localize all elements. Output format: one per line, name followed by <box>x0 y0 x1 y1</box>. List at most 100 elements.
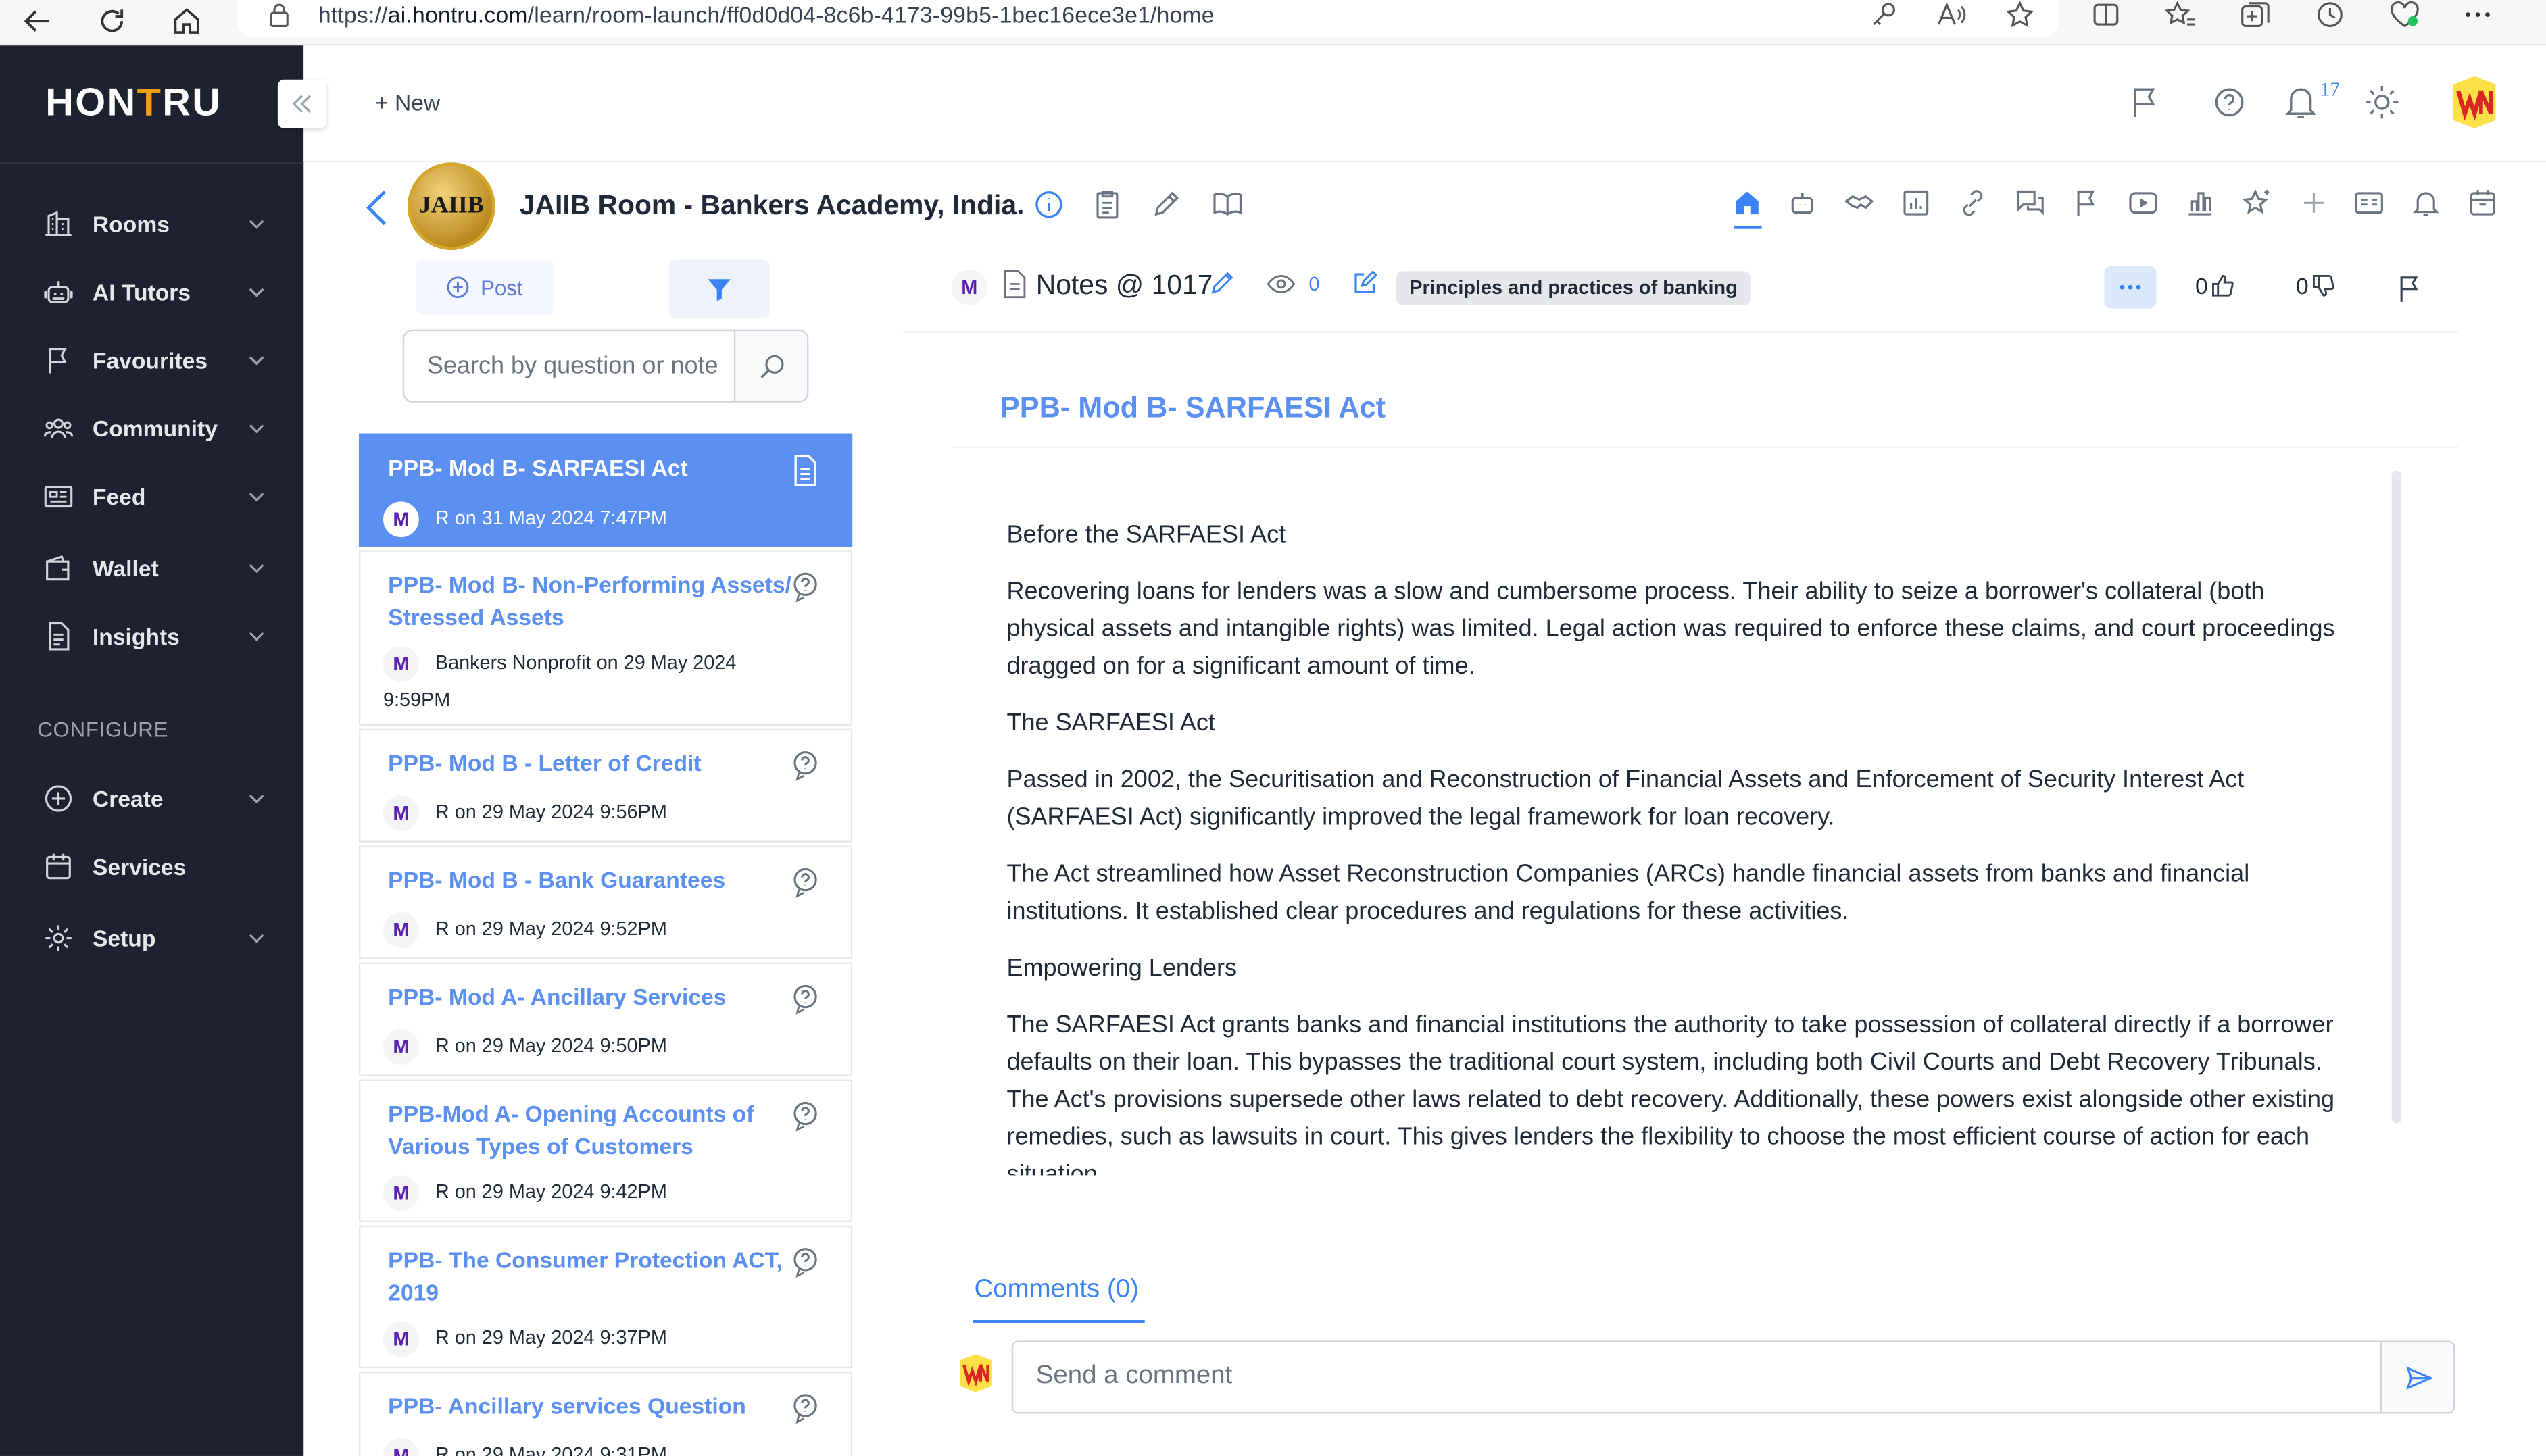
top-header: + New 17 <box>303 45 2546 163</box>
pencil-icon[interactable] <box>1150 189 1182 221</box>
users-icon <box>43 414 74 443</box>
post-list: PPB- Mod B- SARFAESI Act MR on 31 May 20… <box>358 433 853 1456</box>
sidebar-item-rooms[interactable]: Rooms <box>0 198 303 250</box>
chevron-down-icon <box>247 626 266 646</box>
tab-discussion-icon[interactable] <box>2015 189 2044 218</box>
dislike-button[interactable]: 0 <box>2296 273 2334 299</box>
filter-icon <box>708 279 731 301</box>
browser-back-icon[interactable] <box>20 3 55 39</box>
sidebar-item-wallet[interactable]: Wallet <box>0 542 303 594</box>
sidebar-item-favourites[interactable]: Favourites <box>0 334 303 386</box>
more-options-icon[interactable] <box>2462 0 2494 29</box>
clipboard-icon[interactable] <box>1091 189 1123 221</box>
flag-icon[interactable] <box>2127 84 2163 120</box>
thumbs-down-icon <box>2312 274 2335 297</box>
send-comment-button[interactable] <box>2380 1342 2454 1413</box>
post-button[interactable]: Post <box>416 259 554 316</box>
search-button[interactable] <box>733 331 807 401</box>
building-icon <box>44 209 73 239</box>
sidebar-item-setup[interactable]: Setup <box>0 912 303 964</box>
note-document-icon <box>791 455 820 487</box>
filter-button[interactable] <box>668 259 770 318</box>
list-item[interactable]: PPB- The Consumer Protection ACT, 2019 M… <box>358 1225 853 1369</box>
search-box <box>402 329 809 403</box>
browser-refresh-icon[interactable] <box>94 3 130 39</box>
note-paragraph: Recovering loans for lenders was a slow … <box>1006 578 2335 680</box>
list-item[interactable]: PPB- Mod B - Bank Guarantees MR on 29 Ma… <box>358 845 853 959</box>
info-icon[interactable] <box>1033 189 1065 221</box>
split-screen-icon[interactable] <box>2090 0 2122 29</box>
history-icon[interactable] <box>2314 0 2346 29</box>
browser-essentials-icon[interactable] <box>2389 0 2421 29</box>
tab-comments[interactable]: Comments (0) <box>974 1276 1139 1305</box>
sun-icon[interactable] <box>2364 84 2400 120</box>
question-icon <box>791 1392 820 1425</box>
tab-add-icon[interactable] <box>2299 189 2328 218</box>
avatar <box>958 1351 994 1396</box>
note-paragraph: Passed in 2002, the Securitisation and R… <box>1006 765 2245 832</box>
view-count: 0 <box>1308 272 1320 296</box>
list-item[interactable]: PPB-Mod A- Opening Accounts of Various T… <box>358 1079 853 1223</box>
collections-icon[interactable] <box>2239 0 2272 29</box>
avatar: M <box>383 795 419 831</box>
tab-video-icon[interactable] <box>2129 189 2158 218</box>
tab-stars-icon[interactable] <box>2242 189 2272 218</box>
browser-home-icon[interactable] <box>169 3 205 39</box>
tab-home-icon[interactable] <box>1732 189 1761 218</box>
content-scrollbar[interactable] <box>2391 470 2402 1124</box>
topic-tag[interactable]: Principles and practices of banking <box>1396 271 1751 305</box>
chevron-down-icon <box>247 351 266 370</box>
more-actions-button[interactable] <box>2104 266 2157 309</box>
report-flag-icon[interactable] <box>2397 274 2422 303</box>
tab-archive-icon[interactable] <box>2468 189 2497 218</box>
list-item[interactable]: PPB- Mod B- SARFAESI Act MR on 31 May 20… <box>358 433 853 547</box>
newspaper-icon <box>44 482 73 511</box>
back-arrow-icon[interactable] <box>362 189 391 228</box>
tab-card-icon[interactable] <box>2354 189 2383 218</box>
sidebar-item-community[interactable]: Community <box>0 403 303 455</box>
favorite-star-icon[interactable] <box>2004 0 2036 29</box>
sidebar-item-create[interactable]: Create <box>0 773 303 825</box>
bell-icon[interactable] <box>2283 84 2319 120</box>
sidebar-item-feed[interactable]: Feed <box>0 471 303 523</box>
key-icon[interactable] <box>1867 0 1900 29</box>
sidebar-item-insights[interactable]: Insights <box>0 610 303 662</box>
tab-bell-icon[interactable] <box>2412 189 2441 218</box>
document-icon <box>44 622 73 651</box>
avatar: M <box>383 1321 419 1357</box>
address-bar[interactable]: https://ai.hontru.com/learn/room-launch/… <box>237 0 2059 38</box>
sidebar-item-services[interactable]: Services <box>0 840 303 893</box>
read-aloud-icon[interactable] <box>1936 0 1968 29</box>
new-button[interactable]: + New <box>375 89 440 115</box>
note-paragraph: The Act streamlined how Asset Reconstruc… <box>1006 860 2250 926</box>
search-input[interactable] <box>404 331 734 401</box>
list-item[interactable]: PPB- Ancillary services Question MR on 2… <box>358 1372 853 1456</box>
tab-chart-icon[interactable] <box>2186 189 2215 218</box>
user-avatar[interactable] <box>2449 75 2501 130</box>
list-item[interactable]: PPB- Mod B- Non-Performing Assets/ Stres… <box>358 550 853 726</box>
avatar: M <box>383 911 419 948</box>
edit-pencil-icon[interactable] <box>1210 270 1235 295</box>
list-item[interactable]: PPB- Mod B - Letter of Credit MR on 29 M… <box>358 728 853 843</box>
hontru-logo[interactable]: HONTRU <box>45 81 222 126</box>
collapse-sidebar-button[interactable] <box>277 79 326 128</box>
open-book-icon[interactable] <box>1211 189 1244 221</box>
tab-link-icon[interactable] <box>1958 189 1987 218</box>
notification-count: 17 <box>2320 78 2340 101</box>
eye-icon <box>1267 273 1296 296</box>
browser-toolbar: https://ai.hontru.com/learn/room-launch/… <box>0 0 2546 46</box>
edit-note-icon[interactable] <box>1352 270 1378 295</box>
list-item[interactable]: PPB- Mod A- Ancillary Services MR on 29 … <box>358 962 853 1076</box>
avatar: M <box>951 269 987 305</box>
like-button[interactable]: 0 <box>2195 273 2234 299</box>
sidebar-item-ai-tutors[interactable]: AI Tutors <box>0 266 303 318</box>
tab-ai-tutor-icon[interactable] <box>1788 189 1817 218</box>
question-icon <box>791 1101 820 1133</box>
tab-handshake-icon[interactable] <box>1844 189 1874 218</box>
comment-input[interactable] <box>1013 1342 2380 1413</box>
favorites-list-icon[interactable] <box>2164 0 2197 29</box>
question-icon <box>791 750 820 782</box>
tab-flag-icon[interactable] <box>2072 189 2101 218</box>
help-icon[interactable] <box>2211 84 2247 120</box>
tab-report-icon[interactable] <box>1901 189 1930 218</box>
